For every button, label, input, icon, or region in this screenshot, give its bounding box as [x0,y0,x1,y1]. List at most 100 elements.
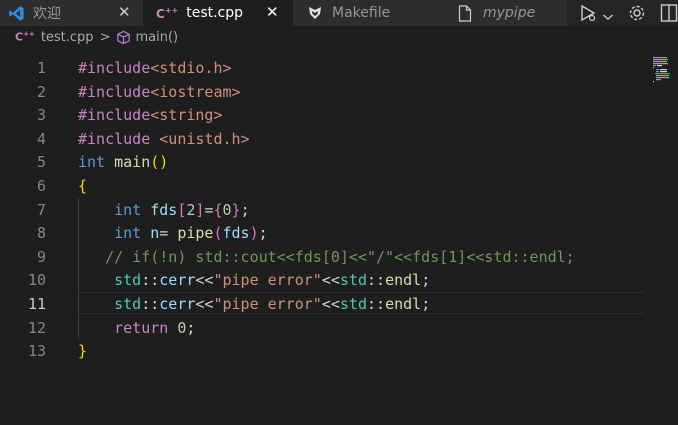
tab-mypipe[interactable]: mypipe [442,0,567,26]
line-number: 4 [36,129,46,148]
line-number: 5 [36,153,46,172]
code-token: = [159,224,178,243]
breadcrumb-symbol[interactable]: main() [116,30,178,45]
split-editor-icon[interactable] [660,3,678,27]
code-token: :: [141,271,160,290]
line-number: 12 [27,318,46,337]
close-icon[interactable]: ✕ [266,3,279,21]
code-line[interactable]: 4 #include <unistd.h> [0,127,678,151]
code-token: #include [78,82,151,101]
code-line[interactable]: 9 // if(!n) std::cout<<fds[0]<<"/"<<fds[… [0,245,678,269]
code-token: << [321,295,340,313]
code-token: << [195,295,214,313]
line-number: 11 [27,295,46,313]
line-number: 9 [36,247,46,266]
code-token: () [150,153,169,172]
code-token: << [195,271,214,290]
vertical-scrollbar[interactable] [670,48,678,425]
breadcrumb-symbol-label: main() [135,29,179,45]
code-token: int [114,224,142,243]
editor-tab-bar: 欢迎 ✕ C++ test.cpp ✕ Makefile mypipe [0,0,678,26]
code-line[interactable]: 5 int main() [0,150,678,174]
line-number: 8 [36,224,46,243]
cube-icon [116,30,131,45]
code-token: endl [385,271,422,290]
code-text: // if(!n) std::cout<<fds[0]<<"/"<<fds[1]… [78,245,575,269]
code-text: #include<iostream> [78,80,241,104]
code-token: main [114,153,151,172]
breadcrumb-file[interactable]: C++ test.cpp [15,30,94,45]
code-token: std [114,295,142,313]
code-token: } [231,200,241,219]
tab-label: Makefile [332,5,391,21]
code-line[interactable]: 2 #include<iostream> [0,80,678,104]
code-text: return 0; [78,316,195,340]
editor-actions [572,0,678,26]
code-line[interactable]: 13} [0,339,678,363]
code-token: ( [213,224,223,243]
code-token: std [339,271,367,290]
code-token: ; [421,271,431,290]
code-text: } [78,339,87,363]
tab-label: mypipe [483,5,536,21]
code-token: ; [258,224,268,243]
tab-test-cpp[interactable]: C++ test.cpp ✕ [143,0,293,26]
code-token: int [114,200,142,219]
minimap[interactable] [652,56,670,86]
code-token: { [213,200,223,219]
code-token: ) [249,224,259,243]
vscode-logo-icon [7,4,25,22]
chevron-down-icon[interactable] [602,7,614,26]
code-token: :: [141,295,160,313]
tab-welcome[interactable]: 欢迎 ✕ [0,0,143,26]
code-token: fds [222,224,250,243]
code-text: std::cerr<<"pipe error"<<std::endl; [78,268,430,292]
line-number: 10 [27,271,46,290]
code-token: return [114,318,169,337]
tab-label: test.cpp [186,5,244,21]
code-line[interactable]: 12 return 0; [0,316,678,340]
code-token: endl [385,295,422,313]
code-line[interactable]: 7 int fds[2]={0}; [0,198,678,222]
code-token: <string> [150,106,223,125]
code-text: int fds[2]={0}; [78,198,249,222]
code-line[interactable]: 6{ [0,174,678,198]
code-text: #include<stdio.h> [78,56,232,80]
tab-makefile[interactable]: Makefile [293,0,442,26]
gear-icon[interactable] [627,3,647,27]
code-text: { [78,174,87,198]
cpp-file-icon: C++ [15,30,35,44]
run-debug-icon[interactable] [578,3,598,27]
line-number: 13 [27,342,46,361]
code-token: ; [421,295,431,313]
code-token: cerr [159,295,196,313]
code-token: "pipe error" [213,295,322,313]
code-token: ; [186,318,196,337]
code-line[interactable]: 1 #include<stdio.h> [0,56,678,80]
close-icon[interactable]: ✕ [118,3,131,21]
code-token: pipe [177,224,214,243]
code-line[interactable]: 11 std::cerr<<"pipe error"<<std::endl; [0,292,678,316]
tab-label: 欢迎 [33,6,61,22]
file-icon [456,4,474,22]
code-token: { [78,177,88,195]
code-token: fds [150,200,178,219]
code-line[interactable]: 3 #include<string> [0,103,678,127]
line-number: 7 [36,200,46,219]
code-line[interactable]: 8 int n= pipe(fds); [0,221,678,245]
code-token: cerr [159,271,196,290]
code-token: n [150,224,160,243]
code-token: // if(!n) std::cout<<fds[0]<<"/"<<fds[1]… [105,247,575,266]
code-line[interactable]: 10 std::cerr<<"pipe error"<<std::endl; [0,268,678,292]
code-editor[interactable]: 1 #include<stdio.h> 2 #include<iostream> 3 #i… [0,56,678,425]
